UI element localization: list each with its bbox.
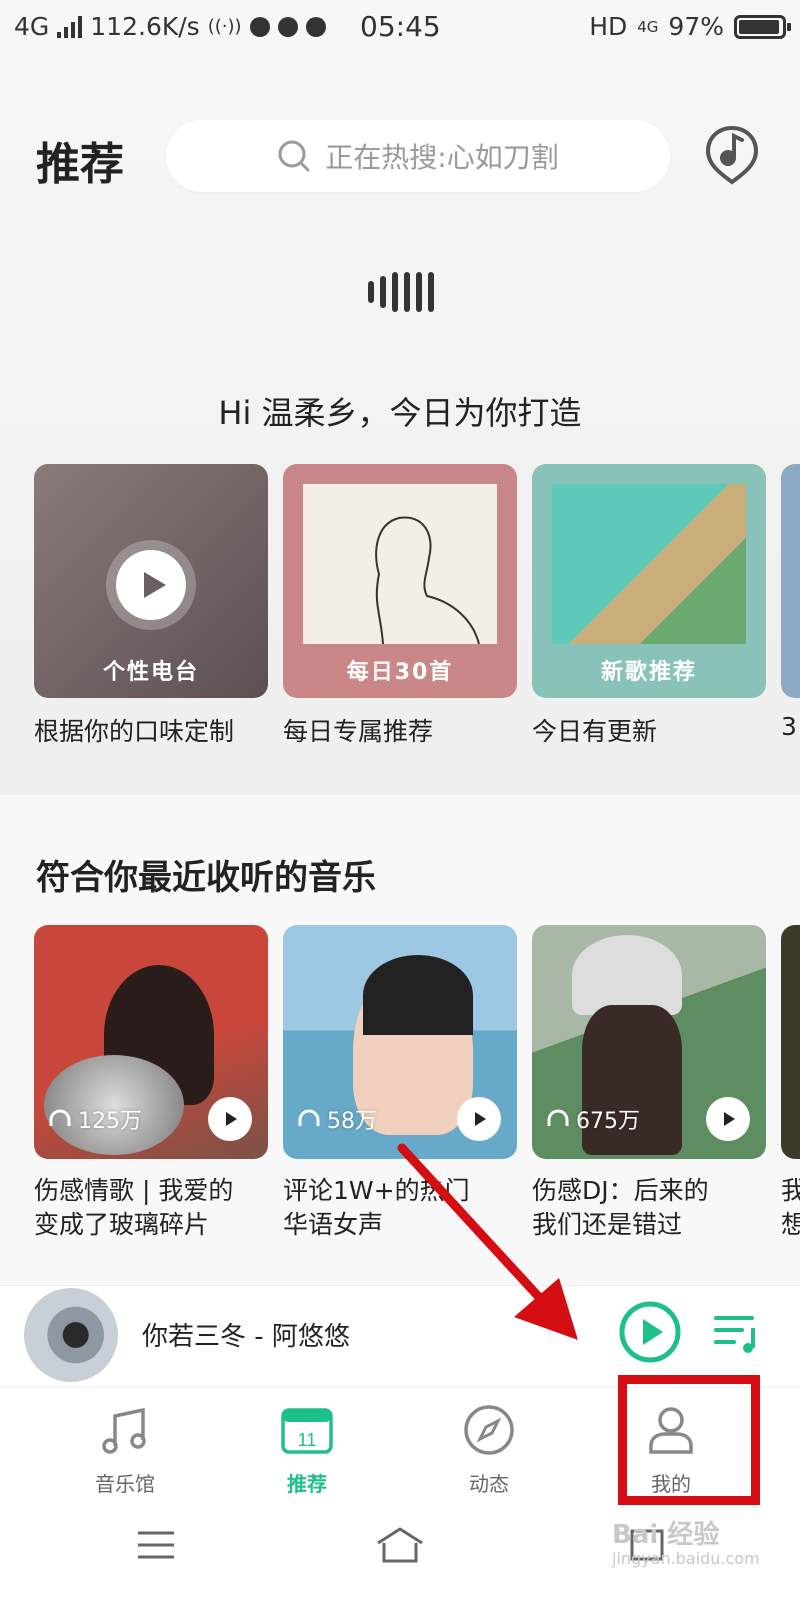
section-title: 符合你最近收听的音乐 [36, 858, 376, 898]
personal-radio-card[interactable]: 个性电台 [34, 464, 268, 698]
play-icon [475, 1112, 486, 1126]
play-count: 675万 [546, 1103, 640, 1135]
home-icon[interactable] [374, 1525, 426, 1565]
playlist-title: 伤感情歌 | 我爱的 变成了玻璃碎片 [34, 1174, 268, 1242]
hotspot-icon: ((·)) [207, 16, 242, 37]
card-artwork [552, 484, 746, 644]
hd-label: HD [589, 12, 628, 41]
playlist-card[interactable]: 125万 [34, 925, 268, 1159]
greeting-text: Hi 温柔乡，今日为你打造 [218, 394, 582, 432]
music-note-icon [102, 1407, 146, 1454]
search-icon [278, 140, 310, 172]
card-caption: 3 [781, 712, 797, 741]
daily-30-card[interactable]: 每日30首 [283, 464, 517, 698]
play-icon[interactable] [116, 550, 186, 620]
play-icon [724, 1112, 735, 1126]
status-right: HD 4G 97% [589, 12, 791, 41]
daily-card-partial[interactable] [781, 464, 800, 698]
listening-waveform-icon[interactable] [368, 268, 434, 316]
tab-recommend[interactable]: 11 推荐 [227, 1388, 387, 1506]
card-label: 个性电台 [102, 660, 199, 685]
now-playing-title[interactable]: 你若三冬 - 阿悠悠 [142, 1316, 350, 1353]
playlist-card[interactable]: 58万 [283, 925, 517, 1159]
tab-label: 音乐馆 [95, 1472, 155, 1496]
playlist-title-line: 评论1W+的热门 [283, 1176, 470, 1205]
search-input[interactable]: 正在热搜:心如刀割 [166, 120, 670, 192]
tab-music-hall[interactable]: 音乐馆 [45, 1388, 205, 1506]
network-speed: 112.6K/s [90, 12, 200, 41]
status-bar: 4G 112.6K/s ((·)) 05:45 HD 4G 97% [0, 0, 800, 56]
headphones-icon [547, 1109, 569, 1126]
cover-photo-hat [572, 935, 682, 1015]
search-placeholder: 正在热搜:心如刀割 [325, 141, 559, 174]
playlist-title-line: 伤感情歌 | 我爱的 [34, 1176, 234, 1205]
play-count-value: 125万 [78, 1109, 142, 1134]
play-count: 125万 [48, 1103, 142, 1135]
playlist-title: 评论1W+的热门 华语女声 [283, 1174, 517, 1242]
tab-feed[interactable]: 动态 [409, 1388, 569, 1506]
card-caption: 每日专属推荐 [283, 717, 434, 746]
page-title: 推荐 [36, 139, 124, 190]
playlist-card-partial[interactable] [781, 925, 800, 1159]
watermark-line2: jingyan.baidu.com [612, 1549, 760, 1568]
play-count: 58万 [297, 1103, 377, 1135]
play-button[interactable] [706, 1097, 750, 1141]
play-button[interactable] [208, 1097, 252, 1141]
browser-icon [305, 16, 326, 37]
playlist-title-line: 伤感DJ：后来的 [532, 1176, 709, 1205]
network-type: 4G [14, 12, 50, 41]
playlist-queue-icon[interactable] [712, 1308, 762, 1358]
tab-label: 推荐 [287, 1472, 327, 1496]
card-label: 新歌推荐 [600, 660, 697, 685]
play-pause-icon[interactable] [618, 1300, 682, 1364]
battery-percent: 97% [668, 12, 724, 41]
qq-icon [249, 16, 270, 37]
card-artwork [303, 484, 497, 645]
play-icon [226, 1112, 237, 1126]
signal-icon [57, 15, 83, 38]
cover-photo-hair [363, 955, 473, 1035]
headphones-icon [298, 1109, 320, 1126]
now-playing-bar[interactable]: 你若三冬 - 阿悠悠 [0, 1285, 800, 1387]
play-count-value: 58万 [327, 1109, 377, 1134]
app-notification-icon [277, 16, 298, 37]
compass-icon [464, 1405, 514, 1455]
watermark-line1: Bai 经验 [612, 1520, 720, 1550]
tab-label: 动态 [469, 1472, 509, 1496]
card-caption: 今日有更新 [532, 717, 658, 746]
network-right-label: 4G [637, 17, 659, 36]
play-count-value: 675万 [576, 1109, 640, 1134]
now-playing-cover[interactable] [22, 1286, 120, 1384]
calendar-day: 11 [298, 1430, 317, 1450]
play-button[interactable] [457, 1097, 501, 1141]
new-songs-card[interactable]: 新歌推荐 [532, 464, 766, 698]
playlist-title-line: 华语女声 [283, 1210, 384, 1239]
calendar-icon: 11 [281, 1408, 333, 1454]
playlist-title: 我 想 [781, 1174, 800, 1242]
highlight-box [618, 1375, 760, 1505]
status-left: 4G 112.6K/s ((·)) [14, 12, 326, 41]
status-time: 05:45 [360, 10, 441, 43]
headphones-icon [49, 1109, 71, 1126]
baidu-jingyan-watermark: Bai 经验 jingyan.baidu.com [612, 1514, 760, 1568]
playlist-title-line: 想 [781, 1210, 800, 1239]
card-label: 每日30首 [346, 660, 454, 685]
card-caption: 根据你的口味定制 [34, 717, 235, 746]
playlist-title-line: 变成了玻璃碎片 [34, 1210, 210, 1239]
playlist-title: 伤感DJ：后来的 我们还是错过 [532, 1174, 766, 1242]
menu-icon[interactable] [136, 1525, 176, 1565]
playlist-title-line: 我们还是错过 [532, 1210, 683, 1239]
playlist-card[interactable]: 675万 [532, 925, 766, 1159]
battery-icon [734, 14, 791, 39]
music-recognize-icon[interactable] [704, 124, 760, 186]
playlist-title-line: 我 [781, 1176, 800, 1205]
